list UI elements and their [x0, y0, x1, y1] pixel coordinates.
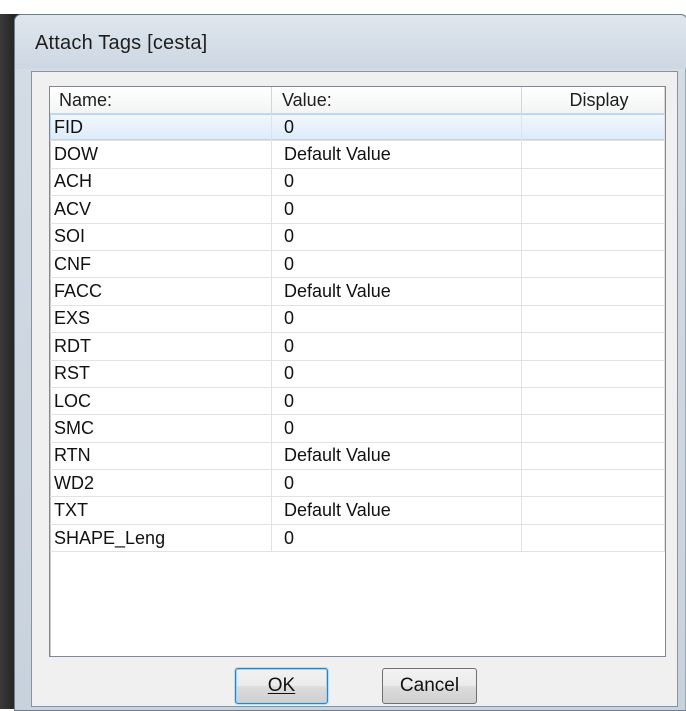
- tag-value-cell: 0: [272, 360, 522, 387]
- tag-display-cell: [522, 387, 665, 415]
- tag-value-cell: Default Value: [272, 141, 522, 168]
- list-rows: FID 0 DOW Default Value ACH 0 ACV 0 SOI 0 CNF 0 FACC…: [50, 114, 665, 553]
- column-header-display[interactable]: Display: [522, 87, 665, 113]
- title-bar[interactable]: Attach Tags [cesta]: [15, 15, 686, 69]
- tag-value-cell: 0: [272, 415, 522, 442]
- attach-tags-dialog: Attach Tags [cesta] Name: Value: Display…: [14, 14, 686, 711]
- tag-name-cell: RST: [50, 360, 272, 387]
- tag-display-cell: [522, 470, 665, 497]
- tag-name-cell: LOC: [50, 387, 272, 415]
- dialog-title: Attach Tags [cesta]: [35, 32, 208, 54]
- column-header-value[interactable]: Value:: [272, 87, 522, 113]
- tag-name-cell: WD2: [50, 470, 272, 497]
- tag-value-cell: 0: [272, 196, 522, 223]
- cancel-button[interactable]: Cancel: [382, 668, 477, 704]
- cancel-button-label: Cancel: [399, 675, 460, 696]
- tag-name-cell: FID: [50, 114, 272, 141]
- tags-list-view[interactable]: Name: Value: Display FID 0 DOW Default Valu…: [49, 86, 666, 657]
- table-row[interactable]: RST 0: [50, 360, 665, 388]
- tag-name-cell: RTN: [50, 442, 272, 470]
- tag-value-cell: Default Value: [272, 442, 522, 470]
- tag-value-cell: 0: [272, 387, 522, 415]
- tag-name-cell: CNF: [50, 250, 272, 278]
- table-row[interactable]: CNF 0: [50, 250, 665, 279]
- table-row[interactable]: WD2 0: [50, 470, 665, 498]
- table-row[interactable]: SMC 0: [50, 415, 665, 443]
- tag-value-cell: 0: [272, 168, 522, 196]
- tag-value-cell: Default Value: [272, 278, 522, 305]
- table-row[interactable]: LOC 0: [50, 387, 665, 416]
- tag-display-cell: [522, 497, 665, 524]
- table-row[interactable]: SHAPE_Leng 0: [50, 524, 665, 553]
- tag-display-cell: [522, 305, 665, 333]
- tag-value-cell: Default Value: [272, 497, 522, 524]
- list-header: Name: Value: Display: [50, 87, 665, 114]
- tag-value-cell: 0: [272, 114, 522, 141]
- tag-name-cell: TXT: [50, 497, 272, 524]
- ok-button-label: OK: [267, 675, 296, 696]
- table-row[interactable]: RTN Default Value: [50, 442, 665, 471]
- tag-value-cell: 0: [272, 305, 522, 333]
- tag-name-cell: EXS: [50, 305, 272, 333]
- tag-name-cell: SOI: [50, 223, 272, 250]
- tag-name-cell: ACH: [50, 168, 272, 196]
- tag-value-cell: 0: [272, 333, 522, 360]
- tag-display-cell: [522, 114, 665, 141]
- dialog-client-area: Name: Value: Display FID 0 DOW Default Valu…: [31, 71, 678, 707]
- tag-display-cell: [522, 223, 665, 250]
- tag-name-cell: SHAPE_Leng: [50, 524, 272, 552]
- tag-value-cell: 0: [272, 223, 522, 250]
- table-row[interactable]: ACV 0: [50, 196, 665, 224]
- table-row[interactable]: ACH 0: [50, 168, 665, 197]
- table-row[interactable]: EXS 0: [50, 305, 665, 334]
- tag-display-cell: [522, 196, 665, 223]
- tag-value-cell: 0: [272, 524, 522, 552]
- tag-name-cell: RDT: [50, 333, 272, 360]
- column-header-name[interactable]: Name:: [50, 87, 272, 113]
- table-row[interactable]: FACC Default Value: [50, 278, 665, 306]
- table-row[interactable]: RDT 0: [50, 333, 665, 361]
- tag-name-cell: FACC: [50, 278, 272, 305]
- tag-display-cell: [522, 250, 665, 278]
- background-top: [0, 0, 686, 14]
- tag-display-cell: [522, 168, 665, 196]
- tag-display-cell: [522, 360, 665, 387]
- tag-display-cell: [522, 415, 665, 442]
- table-row[interactable]: TXT Default Value: [50, 497, 665, 525]
- tag-display-cell: [522, 278, 665, 305]
- tag-name-cell: ACV: [50, 196, 272, 223]
- ok-button[interactable]: OK: [235, 668, 328, 704]
- tag-value-cell: 0: [272, 470, 522, 497]
- tag-display-cell: [522, 333, 665, 360]
- tag-display-cell: [522, 141, 665, 168]
- tag-display-cell: [522, 442, 665, 470]
- tag-display-cell: [522, 524, 665, 552]
- table-row[interactable]: SOI 0: [50, 223, 665, 251]
- table-row[interactable]: DOW Default Value: [50, 141, 665, 169]
- tag-name-cell: DOW: [50, 141, 272, 168]
- table-row[interactable]: FID 0: [50, 114, 665, 142]
- tag-value-cell: 0: [272, 250, 522, 278]
- tag-name-cell: SMC: [50, 415, 272, 442]
